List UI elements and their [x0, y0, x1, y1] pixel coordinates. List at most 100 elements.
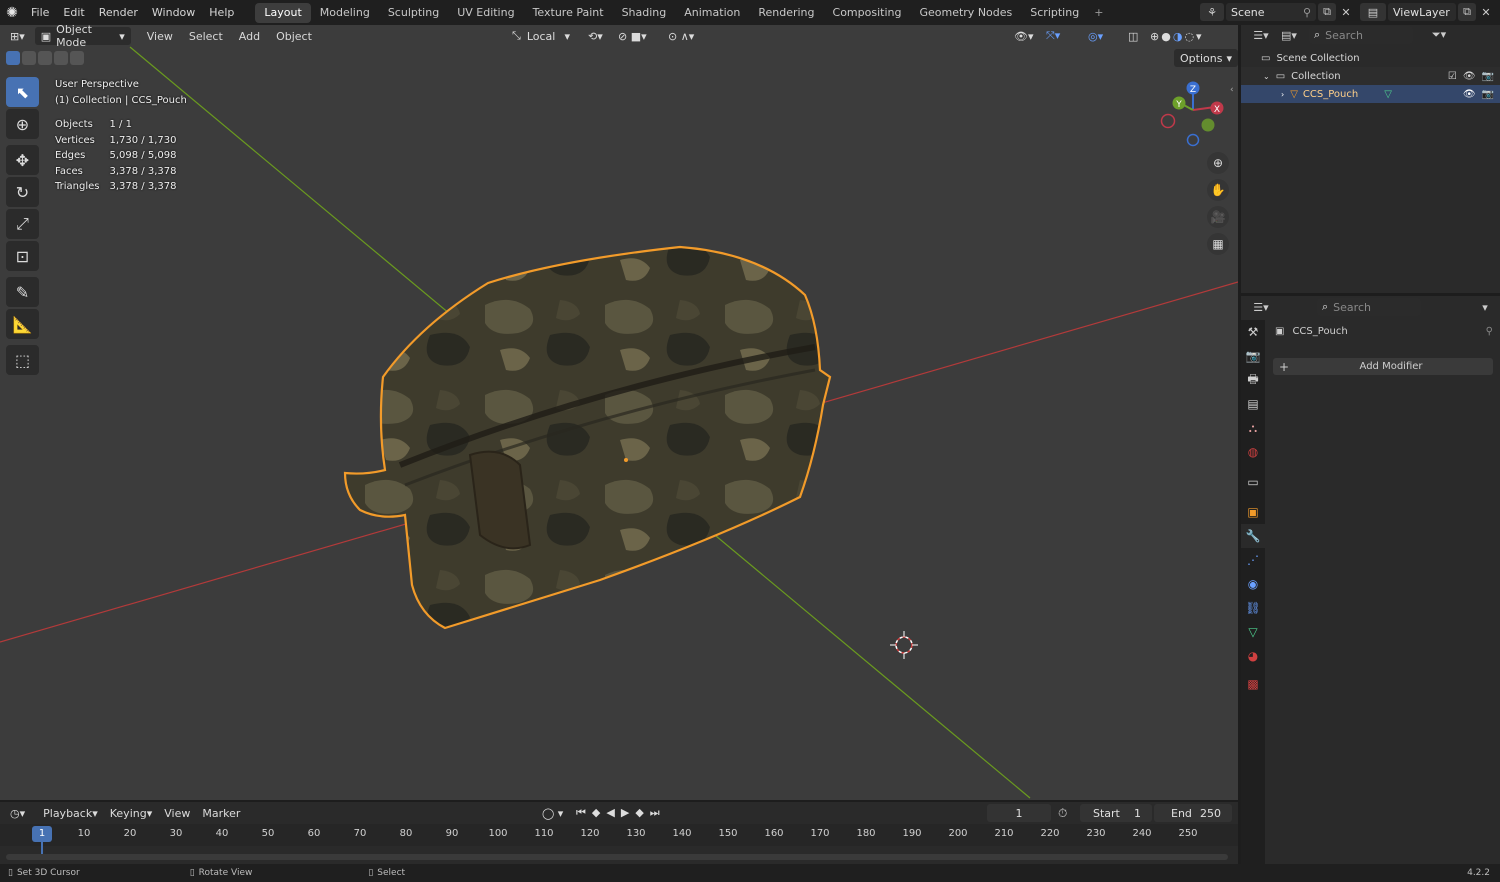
outliner-row-scene-collection[interactable]: ▭ Scene Collection [1241, 49, 1500, 67]
select-box-icon[interactable] [6, 51, 20, 65]
zoom-icon[interactable]: ⊕ [1207, 152, 1229, 174]
checkbox-icon[interactable]: ☑ [1448, 71, 1457, 82]
camera-view-icon[interactable]: 🎥 [1207, 206, 1229, 228]
add-modifier-button[interactable]: + Add Modifier [1273, 358, 1493, 375]
scene-browse-icon[interactable]: ⚘ [1200, 3, 1224, 21]
wireframe-shading-icon[interactable]: ⊕ [1150, 30, 1161, 43]
display-mode-icon[interactable]: ▤▾ [1275, 26, 1303, 44]
perspective-toggle-icon[interactable]: ▦ [1207, 233, 1229, 255]
tab-uv-editing[interactable]: UV Editing [448, 3, 523, 23]
add-workspace-icon[interactable]: + [1088, 3, 1109, 23]
xray-icon[interactable]: ◫ [1122, 27, 1144, 45]
options-dropdown[interactable]: Options ▾ [1174, 49, 1238, 67]
menu-help[interactable]: Help [202, 0, 241, 25]
timeline-ruler[interactable]: 1 10 20 30 40 50 60 70 80 90 100 110 120 130 140 150 160… [0, 824, 1238, 860]
add-cube-tool-icon[interactable]: ⬚ [6, 345, 39, 375]
tab-rendering[interactable]: Rendering [749, 3, 823, 23]
pan-hand-icon[interactable]: ✋ [1207, 179, 1229, 201]
delete-view-layer-icon[interactable]: ✕ [1478, 3, 1494, 21]
jump-start-icon[interactable]: ⏮ [576, 806, 586, 820]
new-view-layer-icon[interactable]: ⧉ [1458, 3, 1476, 21]
solid-shading-icon[interactable]: ● [1161, 30, 1173, 43]
chevron-down-icon[interactable]: ⌄ [1263, 72, 1270, 81]
select-subtract-icon[interactable] [38, 51, 52, 65]
jump-end-icon[interactable]: ⏭ [650, 806, 660, 820]
tool-tab-icon[interactable]: ⚒ [1241, 320, 1265, 344]
texture-tab-icon[interactable]: ▩ [1241, 672, 1265, 696]
menu-view[interactable]: View [158, 804, 196, 822]
properties-search[interactable]: ⌕ Search [1317, 298, 1421, 316]
menu-view[interactable]: View [139, 30, 181, 43]
collection-tab-icon[interactable]: ▭ [1241, 470, 1265, 494]
eye-icon[interactable]: 👁 [1463, 71, 1476, 82]
material-shading-icon[interactable]: ◑ [1173, 30, 1185, 43]
transform-orientation[interactable]: ⤡ Local ▾ [506, 27, 576, 45]
shading-modes[interactable]: ⊕ ● ◑ ◌ ▾ [1144, 27, 1210, 45]
3d-cursor-icon[interactable] [890, 631, 918, 659]
tab-compositing[interactable]: Compositing [824, 3, 911, 23]
modifier-tab-icon[interactable]: 🔧 [1241, 524, 1265, 548]
stopwatch-icon[interactable]: ⏱ [1058, 806, 1067, 821]
menu-select[interactable]: Select [181, 30, 231, 43]
visibility-icon[interactable]: 👁▾ [1008, 27, 1040, 45]
proportional-edit-icon[interactable]: ⊙ ∧▾ [662, 27, 700, 45]
next-keyframe-icon[interactable]: ◆ [635, 806, 643, 820]
menu-keying[interactable]: Keying ▾ [104, 804, 158, 822]
3d-viewport[interactable]: Z X Y ⊞▾ ▣ Object Mode ▾ View Select Add Ob… [0, 25, 1238, 800]
menu-render[interactable]: Render [92, 0, 145, 25]
physics-tab-icon[interactable]: ◉ [1241, 572, 1265, 596]
editor-type-icon[interactable]: ⊞▾ [4, 27, 31, 45]
measure-tool-icon[interactable]: 📐 [6, 309, 39, 339]
mesh-data-icon[interactable]: ▽ [1384, 89, 1392, 100]
select-intersect-icon[interactable] [70, 51, 84, 65]
blender-logo-icon[interactable]: ✺ [0, 0, 24, 25]
camera-icon[interactable]: 📷 [1482, 89, 1494, 100]
filter-icon[interactable]: ⏷▾ [1425, 26, 1453, 44]
scale-tool-icon[interactable]: ⤢ [6, 209, 39, 239]
outliner-row-ccs-pouch[interactable]: › ▽ CCS_Pouch ▽ 👁 📷 [1241, 85, 1500, 103]
tab-shading[interactable]: Shading [613, 3, 676, 23]
gizmo-toggle-icon[interactable]: ⤧▾ [1040, 27, 1066, 45]
pivot-point-icon[interactable]: ⟲▾ [582, 27, 609, 45]
tab-geometry-nodes[interactable]: Geometry Nodes [910, 3, 1021, 23]
pin-icon[interactable]: ⚲ [1486, 326, 1493, 337]
outliner-search[interactable]: ⌕ Search [1309, 26, 1413, 44]
outliner-row-collection[interactable]: ⌄ ▭ Collection ☑ 👁 📷 [1241, 67, 1500, 85]
output-tab-icon[interactable]: 🖶 [1241, 368, 1265, 392]
menu-add[interactable]: Add [231, 30, 268, 43]
chevron-down-icon[interactable]: ▾ [1476, 298, 1494, 316]
move-tool-icon[interactable]: ✥ [6, 145, 39, 175]
view-layer-tab-icon[interactable]: ▤ [1241, 392, 1265, 416]
timeline-scrollbar[interactable] [6, 854, 1228, 860]
tab-scripting[interactable]: Scripting [1021, 3, 1088, 23]
rendered-shading-icon[interactable]: ◌ [1184, 30, 1196, 43]
delete-scene-icon[interactable]: ✕ [1338, 3, 1354, 21]
auto-keying-icon[interactable]: ◯ ▾ [536, 804, 569, 822]
material-tab-icon[interactable]: ◕ [1241, 644, 1265, 668]
menu-playback[interactable]: Playback ▾ [37, 804, 104, 822]
prev-keyframe-icon[interactable]: ◆ [592, 806, 600, 820]
menu-window[interactable]: Window [145, 0, 202, 25]
view-layer-field[interactable]: ViewLayer [1388, 3, 1456, 21]
object-tab-icon[interactable]: ▣ [1241, 500, 1265, 524]
select-extend-icon[interactable] [22, 51, 36, 65]
tab-modeling[interactable]: Modeling [311, 3, 379, 23]
outliner-editor-type-icon[interactable]: ☰▾ [1247, 26, 1275, 44]
menu-marker[interactable]: Marker [196, 804, 246, 822]
view-layer-browse-icon[interactable]: ▤ [1360, 3, 1386, 21]
pin-icon[interactable]: ⚲ [1303, 6, 1311, 19]
tab-layout[interactable]: Layout [255, 2, 311, 23]
timeline-editor-type-icon[interactable]: ◷▾ [4, 804, 31, 822]
scene-name-field[interactable]: Scene ⚲ [1226, 3, 1316, 21]
menu-file[interactable]: File [24, 0, 56, 25]
menu-object[interactable]: Object [268, 30, 320, 43]
tab-animation[interactable]: Animation [675, 3, 749, 23]
snap-icon[interactable]: ⊘ ■▾ [612, 27, 653, 45]
play-icon[interactable]: ▶ [621, 806, 629, 820]
camera-icon[interactable]: 📷 [1482, 71, 1494, 82]
play-reverse-icon[interactable]: ◀ [606, 806, 614, 820]
particles-tab-icon[interactable]: ⋰ [1241, 548, 1265, 572]
select-tool-icon[interactable]: ⬉ [6, 77, 39, 107]
tab-texture-paint[interactable]: Texture Paint [524, 3, 613, 23]
overlay-toggle-icon[interactable]: ◎▾ [1082, 27, 1109, 45]
